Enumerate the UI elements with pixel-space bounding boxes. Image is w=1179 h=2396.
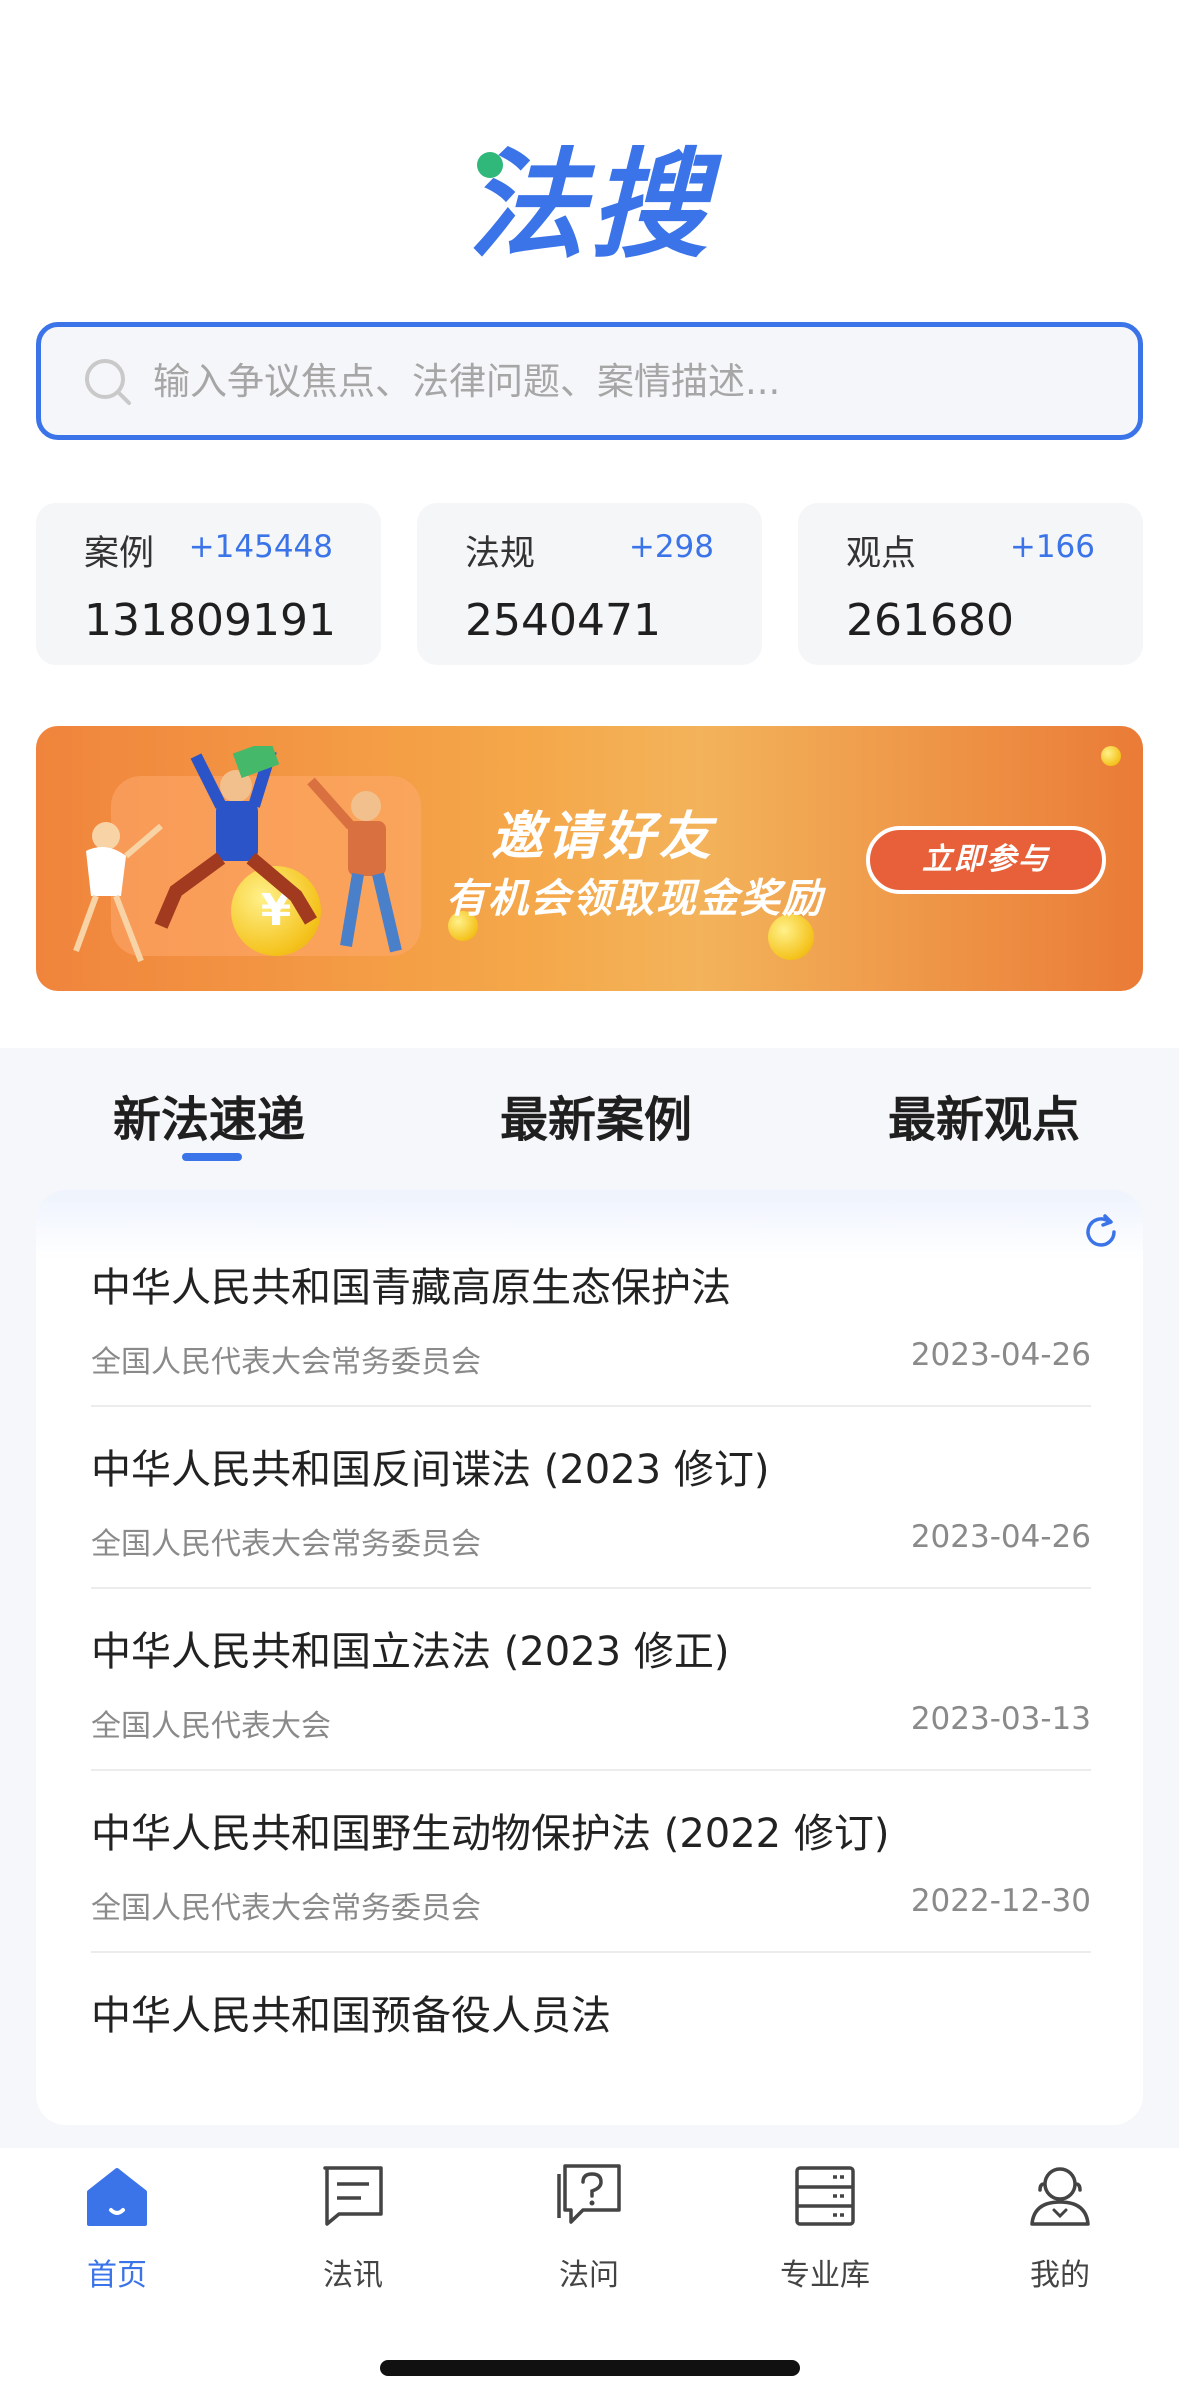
- stats-row: 案例 +145448 131809191 法规 +298 2540471 观点 …: [36, 503, 1143, 665]
- banner-subtitle: 有机会领取现金奖励: [446, 876, 824, 922]
- stat-value: 2540471: [465, 595, 661, 646]
- bottom-nav: 首页 法讯 法问 专业库 我的: [0, 2148, 1179, 2396]
- active-tab-indicator: [182, 1153, 242, 1161]
- stat-label: 案例: [84, 534, 155, 574]
- law-list: 中华人民共和国青藏高原生态保护法 全国人民代表大会常务委员会 2023-04-2…: [36, 1190, 1143, 2125]
- stat-card-regulations[interactable]: 法规 +298 2540471: [417, 503, 762, 665]
- nav-news[interactable]: 法讯: [278, 2160, 428, 2294]
- nav-label: 法问: [559, 2258, 619, 2293]
- list-item[interactable]: 中华人民共和国预备役人员法: [91, 1953, 1091, 2125]
- nav-ask[interactable]: 法问: [514, 2160, 664, 2294]
- nav-label: 首页: [87, 2258, 147, 2293]
- question-icon: [557, 2164, 621, 2224]
- stat-label: 法规: [465, 534, 536, 574]
- nav-database[interactable]: 专业库: [750, 2160, 900, 2294]
- logo-text: 法搜: [467, 136, 712, 274]
- item-date: 2023-04-26: [910, 1519, 1091, 1555]
- stat-value: 131809191: [84, 595, 336, 646]
- join-now-button[interactable]: 立即参与: [866, 826, 1106, 894]
- item-title: 中华人民共和国预备役人员法: [91, 1993, 611, 2039]
- item-org: 全国人民代表大会常务委员会: [91, 1891, 481, 1926]
- news-icon: [323, 2166, 383, 2226]
- stat-card-opinions[interactable]: 观点 +166 261680: [798, 503, 1143, 665]
- nav-label: 我的: [1030, 2258, 1090, 2293]
- nav-home[interactable]: 首页: [42, 2160, 192, 2294]
- item-title: 中华人民共和国野生动物保护法 (2022 修订): [91, 1811, 890, 1857]
- stat-value: 261680: [846, 595, 1014, 646]
- search-bar[interactable]: [36, 322, 1143, 440]
- item-title: 中华人民共和国立法法 (2023 修正): [91, 1629, 730, 1675]
- app-logo: 法搜: [0, 140, 1179, 270]
- stat-delta: +298: [628, 529, 714, 565]
- logo-dot: [477, 152, 503, 178]
- tab-new-laws[interactable]: 新法速递: [113, 1080, 305, 1150]
- tab-latest-opinions[interactable]: 最新观点: [888, 1080, 1080, 1150]
- stat-delta: +166: [1009, 529, 1095, 565]
- nav-label: 法讯: [323, 2258, 383, 2293]
- stat-card-cases[interactable]: 案例 +145448 131809191: [36, 503, 381, 665]
- item-title: 中华人民共和国反间谍法 (2023 修订): [91, 1447, 770, 1493]
- nav-label: 专业库: [780, 2258, 870, 2293]
- list-item[interactable]: 中华人民共和国反间谍法 (2023 修订) 全国人民代表大会常务委员会 2023…: [91, 1407, 1091, 1589]
- home-screen: 法搜 案例 +145448 131809191 法规 +298 2540471 …: [0, 0, 1179, 2396]
- home-indicator[interactable]: [380, 2360, 800, 2376]
- database-icon: [795, 2166, 855, 2226]
- list-item[interactable]: 中华人民共和国青藏高原生态保护法 全国人民代表大会常务委员会 2023-04-2…: [91, 1225, 1091, 1407]
- banner-title: 邀请好友: [491, 807, 716, 867]
- list-item[interactable]: 中华人民共和国野生动物保护法 (2022 修订) 全国人民代表大会常务委员会 2…: [91, 1771, 1091, 1953]
- coin-icon: [1101, 746, 1121, 766]
- list-item[interactable]: 中华人民共和国立法法 (2023 修正) 全国人民代表大会 2023-03-13: [91, 1589, 1091, 1771]
- nav-profile[interactable]: 我的: [985, 2160, 1135, 2294]
- item-date: 2022-12-30: [910, 1883, 1091, 1919]
- search-input[interactable]: [153, 359, 1053, 403]
- home-icon: [87, 2168, 147, 2226]
- item-title: 中华人民共和国青藏高原生态保护法: [91, 1265, 731, 1311]
- stat-label: 观点: [846, 534, 917, 574]
- item-date: 2023-03-13: [910, 1701, 1091, 1737]
- stat-delta: +145448: [188, 529, 333, 565]
- search-icon: [81, 355, 133, 407]
- tab-latest-cases[interactable]: 最新案例: [500, 1080, 692, 1150]
- item-date: 2023-04-26: [910, 1337, 1091, 1373]
- item-org: 全国人民代表大会: [91, 1709, 331, 1744]
- feed-tabs: 新法速递 最新案例 最新观点: [0, 1080, 1179, 1161]
- people-illustration: [73, 746, 402, 963]
- profile-icon: [1030, 2167, 1090, 2226]
- item-org: 全国人民代表大会常务委员会: [91, 1345, 481, 1380]
- invite-banner[interactable]: ¥ 邀请好友 有机会领取现金奖励 立即参与: [36, 726, 1143, 991]
- item-org: 全国人民代表大会常务委员会: [91, 1527, 481, 1562]
